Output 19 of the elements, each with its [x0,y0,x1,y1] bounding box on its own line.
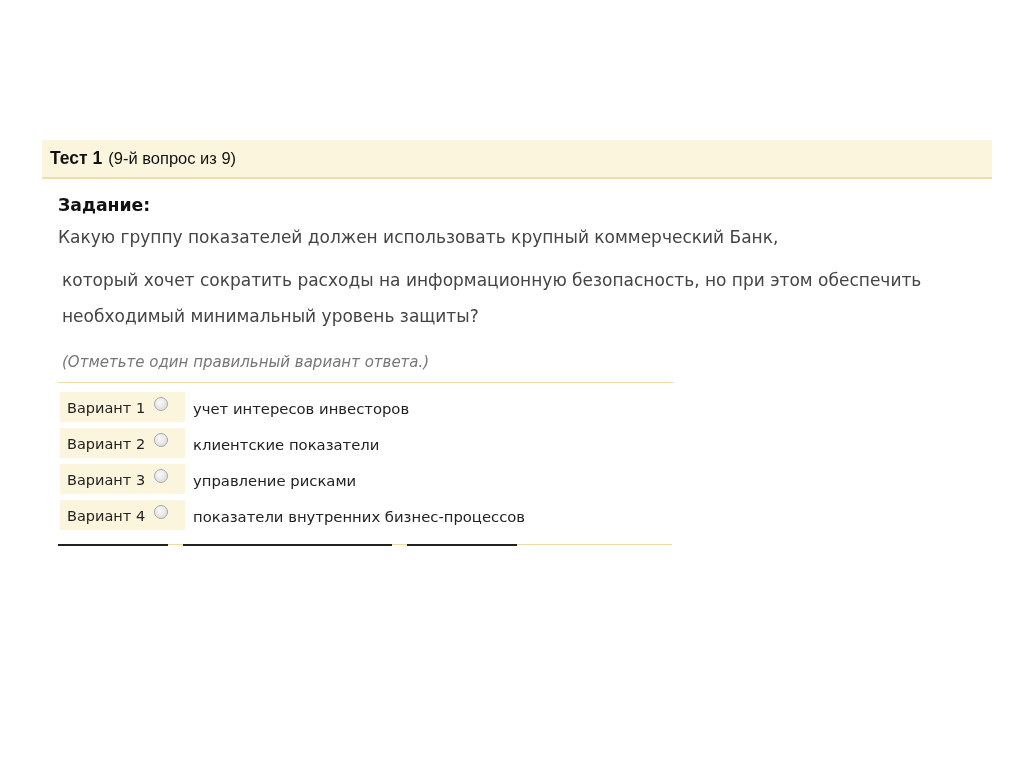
option-text: учет интересов инвесторов [193,399,410,417]
radio-button[interactable] [154,505,169,519]
question-text: который хочет сократить расходы на информационную безопасность, но при этом обеспечить [61,269,922,291]
option-label: Вариант 2 [67,436,146,452]
option-label: Вариант 1 [67,400,146,416]
option-text: управление рисками [193,471,357,489]
radio-button[interactable] [154,469,169,483]
question-text: Какую группу показателей должен использовать крупный коммерческий Банк, [58,226,779,248]
option-label: Вариант 4 [67,508,146,524]
task-label: Задание: [58,194,151,216]
question-text: необходимый минимальный уровень защиты? [61,305,479,327]
instruction-text: (Отметьте один правильный вариант ответа.) [61,352,430,372]
radio-button[interactable] [154,433,169,447]
option-text: клиентские показатели [193,435,380,453]
test-title: Тест 1 [50,148,103,169]
option-text: показатели внутренних бизнес-процессов [193,507,526,525]
option-label: Вариант 3 [67,472,146,488]
question-counter: (9-й вопрос из 9) [108,149,237,168]
radio-button[interactable] [154,397,169,411]
